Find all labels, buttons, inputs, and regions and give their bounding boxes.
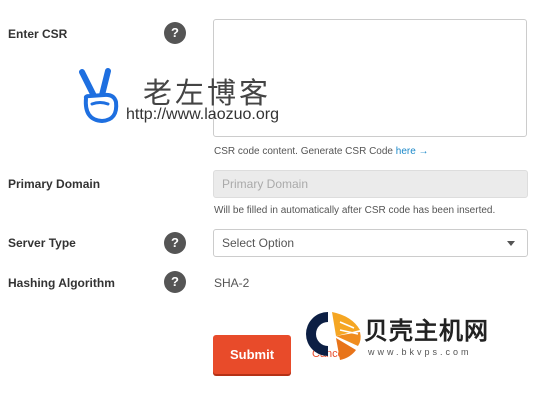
server-type-select[interactable]: Select Option <box>213 229 528 257</box>
hashing-algorithm-value: SHA-2 <box>214 276 250 290</box>
server-type-selected: Select Option <box>222 236 295 250</box>
csr-label: Enter CSR <box>8 27 68 41</box>
watermark-laozuo-url: http://www.laozuo.org <box>126 106 279 123</box>
caret-down-icon <box>507 241 515 246</box>
primary-domain-hint: Will be filled in automatically after CS… <box>214 205 496 216</box>
server-type-help-icon[interactable]: ? <box>164 232 186 254</box>
victory-hand-logo-icon <box>76 68 122 129</box>
csr-hint-text: CSR code content. Generate CSR Code <box>214 146 393 157</box>
hashing-help-icon[interactable]: ? <box>164 271 186 293</box>
csr-help-icon[interactable]: ? <box>164 22 186 44</box>
server-type-label: Server Type <box>8 236 76 250</box>
watermark-bkvps-title: 贝壳主机网 <box>364 316 489 345</box>
watermark-bkvps-url: www.bkvps.com <box>368 347 472 357</box>
shell-logo-icon <box>306 306 362 369</box>
generate-csr-link[interactable]: here → <box>396 146 429 157</box>
primary-domain-label: Primary Domain <box>8 177 101 191</box>
submit-button[interactable]: Submit <box>213 335 291 374</box>
hashing-algorithm-label: Hashing Algorithm <box>8 276 115 290</box>
primary-domain-input: Primary Domain <box>213 170 528 198</box>
csr-hint: CSR code content. Generate CSR Code here… <box>214 146 429 157</box>
